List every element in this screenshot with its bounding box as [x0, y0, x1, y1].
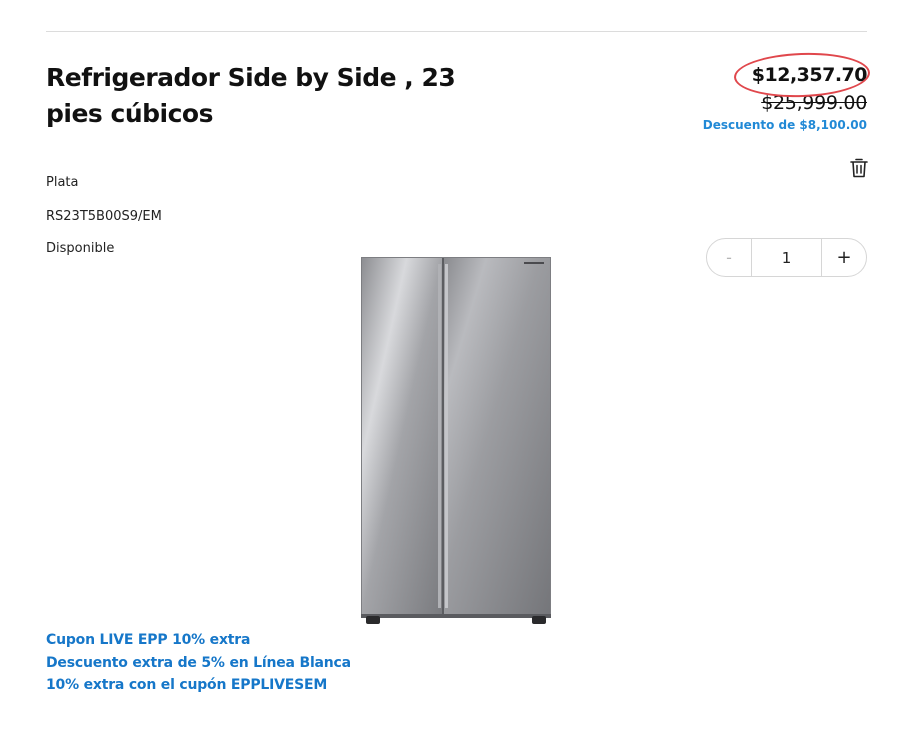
- product-model: RS23T5B00S9/EM: [46, 209, 162, 224]
- increase-quantity-button[interactable]: +: [822, 239, 866, 276]
- promo-link[interactable]: Cupon LIVE EPP 10% extra: [46, 629, 351, 652]
- quantity-stepper: - 1 +: [706, 238, 867, 277]
- current-price: $12,357.70: [751, 64, 868, 86]
- trash-icon[interactable]: [850, 158, 868, 178]
- price-block: $12,357.70 $25,999.00 Descuento de $8,10…: [702, 50, 871, 136]
- promo-link[interactable]: Descuento extra de 5% en Línea Blanca: [46, 652, 351, 675]
- current-price-wrapper: $12,357.70: [733, 50, 871, 100]
- quantity-value[interactable]: 1: [751, 239, 822, 276]
- promo-link[interactable]: 10% extra con el cupón EPPLIVESEM: [46, 674, 351, 697]
- top-divider: [46, 31, 867, 32]
- availability-status: Disponible: [46, 241, 115, 256]
- decrease-quantity-button[interactable]: -: [707, 239, 751, 276]
- product-color: Plata: [46, 175, 79, 190]
- cart-item-page: Refrigerador Side by Side , 23 pies cúbi…: [0, 0, 920, 734]
- promotions-list: Cupon LIVE EPP 10% extra Descuento extra…: [46, 629, 351, 697]
- product-image[interactable]: [358, 254, 554, 626]
- discount-amount: Descuento de $8,100.00: [702, 118, 867, 132]
- product-title[interactable]: Refrigerador Side by Side , 23 pies cúbi…: [46, 60, 516, 132]
- original-price: $25,999.00: [761, 92, 867, 114]
